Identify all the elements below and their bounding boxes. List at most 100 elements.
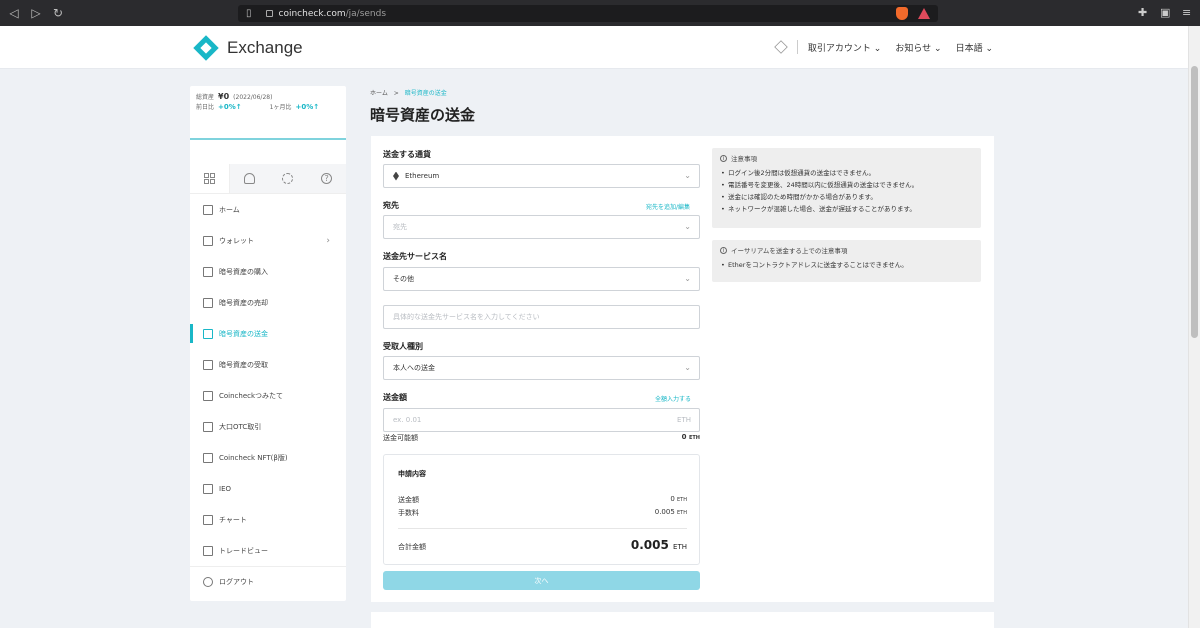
ethereum-icon <box>393 171 399 181</box>
wallet-icon[interactable]: ▣ <box>1160 6 1170 19</box>
sidebar-item-wallet[interactable]: ウォレット › <box>190 225 346 256</box>
breadcrumb: ホーム > 暗号資産の送金 <box>370 90 447 97</box>
application-summary: 申請内容 送金額 0 ETH 手数料 0.005 ETH 合計金額 0.005 … <box>383 454 700 565</box>
logo-text: Exchange <box>227 38 303 57</box>
chevron-down-icon: ⌄ <box>684 222 691 231</box>
sidebar-item-tsumitate[interactable]: Coincheckつみたて <box>190 380 346 411</box>
sidebar-menu: ホーム ウォレット › 暗号資産の購入 暗号資産の売却 暗号資産の送金 暗号資産の… <box>190 194 346 597</box>
lock-icon <box>265 10 273 17</box>
grid-icon <box>203 173 215 184</box>
destination-label: 宛先 <box>383 201 399 210</box>
scrollbar-thumb[interactable] <box>1191 66 1198 338</box>
address-bar[interactable]: ▯ coincheck.com/ja/sends <box>238 5 938 22</box>
day-change: +0%↑ <box>218 103 242 111</box>
sidebar-item-logout[interactable]: ログアウト <box>190 566 346 597</box>
notice-box: i注意事項 ログイン後2分間は仮想通貨の送金はできません。 電話番号を変更後、2… <box>712 148 981 228</box>
sidebar-item-receive[interactable]: 暗号資産の受取 <box>190 349 346 380</box>
account-menu[interactable]: 取引アカウント ⌄ <box>808 41 881 54</box>
help-icon: ? <box>321 173 333 184</box>
month-change: +0%↑ <box>295 103 320 111</box>
coincheck-logo-icon <box>193 35 219 61</box>
destination-select[interactable]: 宛先 ⌄ <box>383 215 700 239</box>
scrollbar[interactable] <box>1188 26 1200 628</box>
chevron-down-icon: ⌄ <box>684 274 691 283</box>
bookmark-icon[interactable]: ▯ <box>246 8 252 19</box>
amount-input[interactable]: ex. 0.01 ETH <box>383 408 700 432</box>
chevron-down-icon: ⌄ <box>684 363 691 372</box>
wallet-icon <box>203 235 213 246</box>
notice-item: ネットワークが混雑した場合、送金が遅延することがあります。 <box>720 203 973 215</box>
breadcrumb-current: 暗号資産の送金 <box>404 90 447 97</box>
person-icon <box>243 173 255 184</box>
cube-icon[interactable] <box>774 40 788 54</box>
summary-title: 申請内容 <box>398 470 426 478</box>
tab-account[interactable] <box>229 164 269 193</box>
language-menu[interactable]: 日本語 ⌄ <box>956 41 993 54</box>
coins-icon <box>203 390 213 401</box>
currency-label: 送金する通貨 <box>383 150 431 159</box>
url-text: coincheck.com/ja/sends <box>278 8 387 19</box>
sidebar-item-otc[interactable]: 大口OTC取引 <box>190 411 346 442</box>
service-label: 送金先サービス名 <box>383 252 447 261</box>
extensions-icon[interactable]: ✚ <box>1138 6 1147 19</box>
cube-icon <box>203 297 213 308</box>
sidebar-item-home[interactable]: ホーム <box>190 194 346 225</box>
summary-amount-row: 送金額 0 ETH <box>398 495 687 504</box>
secondary-card <box>371 612 994 628</box>
next-button[interactable]: 次へ <box>383 571 700 590</box>
notice-item: 送金には確認のため時間がかかる場合があります。 <box>720 191 973 203</box>
forward-icon[interactable]: ▷ <box>28 6 44 20</box>
sidebar-item-buy[interactable]: 暗号資産の購入 <box>190 256 346 287</box>
sidebar-item-chart[interactable]: チャート <box>190 504 346 535</box>
power-icon <box>203 577 213 587</box>
ieo-icon <box>203 483 213 494</box>
gear-icon <box>282 173 294 184</box>
logo[interactable]: Exchange <box>193 35 303 61</box>
tab-help[interactable]: ? <box>307 164 346 193</box>
chevron-down-icon: ⌄ <box>684 171 691 180</box>
balance-summary: 総資産 ¥0 (2022/06/28) 前日比 +0%↑ 1ヶ月比 +0%↑ <box>196 92 320 111</box>
sidebar-item-send[interactable]: 暗号資産の送金 <box>190 318 346 349</box>
sidebar-item-nft[interactable]: Coincheck NFT(β版) <box>190 442 346 473</box>
tab-settings[interactable] <box>268 164 308 193</box>
breadcrumb-home[interactable]: ホーム <box>370 90 388 97</box>
truck-icon <box>203 421 213 432</box>
sidebar: 総資産 ¥0 (2022/06/28) 前日比 +0%↑ 1ヶ月比 +0%↑ ?… <box>190 86 346 601</box>
send-icon <box>203 328 213 339</box>
summary-fee-row: 手数料 0.005 ETH <box>398 508 687 517</box>
site-header: Exchange 取引アカウント ⌄ お知らせ ⌄ 日本語 ⌄ <box>0 26 1188 69</box>
browser-toolbar: ◁ ▷ ↻ ▯ coincheck.com/ja/sends ✚ ▣ ≡ <box>0 0 1200 26</box>
amount-label: 送金額 <box>383 393 407 402</box>
header-menu: 取引アカウント ⌄ お知らせ ⌄ 日本語 ⌄ <box>774 40 993 54</box>
summary-total-row: 合計金額 0.005 ETH <box>398 538 687 552</box>
notice-item: Etherをコントラクトアドレスに送金することはできません。 <box>720 259 973 271</box>
recipient-type-label: 受取人種別 <box>383 342 423 351</box>
sidebar-item-tradeview[interactable]: トレードビュー <box>190 535 346 566</box>
edit-destination-link[interactable]: 宛先を追加/編集 <box>646 202 690 211</box>
nft-icon <box>203 452 213 463</box>
tab-menu[interactable] <box>190 164 230 193</box>
currency-select[interactable]: Ethereum ⌄ <box>383 164 700 188</box>
send-form-card: 送金する通貨 Ethereum ⌄ 宛先 宛先を追加/編集 宛先 ⌄ 送金先サー… <box>371 136 994 602</box>
sidebar-item-sell[interactable]: 暗号資産の売却 <box>190 287 346 318</box>
cube-icon <box>203 266 213 277</box>
news-menu[interactable]: お知らせ ⌄ <box>895 41 941 54</box>
notice-item: ログイン後2分間は仮想通貨の送金はできません。 <box>720 167 973 179</box>
notice-item: 電話番号を変更後、24時間以内に仮想通貨の送金はできません。 <box>720 179 973 191</box>
qr-icon <box>203 359 213 370</box>
back-icon[interactable]: ◁ <box>6 6 22 20</box>
menu-icon[interactable]: ≡ <box>1182 6 1191 19</box>
page-title: 暗号資産の送金 <box>370 106 476 124</box>
tradeview-icon <box>203 545 213 556</box>
reload-icon[interactable]: ↻ <box>50 6 66 20</box>
service-select[interactable]: その他 ⌄ <box>383 267 700 291</box>
info-icon: i <box>720 154 727 162</box>
enter-all-link[interactable]: 全額入力する <box>655 394 691 403</box>
brave-shield-icon[interactable] <box>896 7 908 20</box>
brave-rewards-icon[interactable] <box>918 8 930 19</box>
service-detail-input[interactable]: 具体的な送金先サービス名を入力してください <box>383 305 700 329</box>
recipient-type-select[interactable]: 本人への送金 ⌄ <box>383 356 700 380</box>
available-amount: 送金可能額 0 ETH <box>383 433 700 442</box>
sidebar-item-ieo[interactable]: IEO <box>190 473 346 504</box>
chart-icon <box>203 514 213 525</box>
